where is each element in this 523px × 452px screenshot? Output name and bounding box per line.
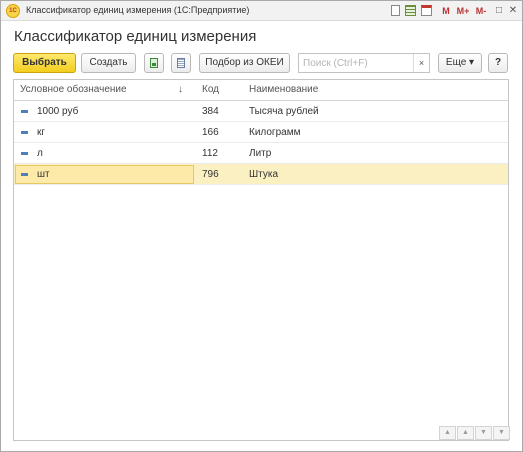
page-title: Классификатор единиц измерения xyxy=(14,28,257,45)
column-header-code[interactable]: Код xyxy=(202,80,219,100)
catalog-item-icon xyxy=(21,131,28,134)
search-box: × xyxy=(298,53,430,73)
cell-code: 112 xyxy=(202,148,218,159)
memory-button[interactable]: M xyxy=(441,4,451,18)
cell-name: Тысяча рублей xyxy=(249,106,319,117)
scroll-first-button[interactable]: ▲ xyxy=(439,426,456,440)
app-logo-icon: 1С xyxy=(6,4,20,18)
search-input[interactable] xyxy=(299,54,412,72)
scroll-down-button[interactable]: ▼ xyxy=(475,426,492,440)
memory-minus-button[interactable]: M- xyxy=(473,4,489,18)
app-window: 1С Классификатор единиц измерения (1С:Пр… xyxy=(0,0,523,452)
close-button[interactable]: ✕ xyxy=(507,4,519,18)
catalog-item-icon xyxy=(21,152,28,155)
document-icon[interactable] xyxy=(389,4,400,18)
catalog-item-icon xyxy=(21,173,28,176)
scroll-up-button[interactable]: ▲ xyxy=(457,426,474,440)
column-header-name[interactable]: Наименование xyxy=(249,80,318,100)
select-button[interactable]: Выбрать xyxy=(13,53,76,73)
create-button[interactable]: Создать xyxy=(81,53,136,73)
catalog-item-icon xyxy=(21,110,28,113)
cell-code: 796 xyxy=(202,169,219,180)
report-icon-button[interactable] xyxy=(171,53,191,73)
cell-code: 384 xyxy=(202,106,219,117)
column-header-symbol[interactable]: Условное обозначение xyxy=(20,80,127,100)
table-row[interactable]: л 112 Литр xyxy=(14,143,508,164)
window-title: Классификатор единиц измерения (1С:Предп… xyxy=(26,5,250,15)
save-icon xyxy=(150,58,158,68)
calendar-icon[interactable] xyxy=(421,4,432,18)
okei-select-button[interactable]: Подбор из ОКЕИ xyxy=(199,53,290,73)
memory-plus-button[interactable]: M+ xyxy=(455,4,471,18)
cell-code: 166 xyxy=(202,127,219,138)
table-header: Условное обозначение ↓ Код Наименование xyxy=(14,80,508,101)
table-row[interactable]: кг 166 Килограмм xyxy=(14,122,508,143)
cell-name: Килограмм xyxy=(249,127,301,138)
report-icon xyxy=(177,58,185,68)
cell-name: Литр xyxy=(249,148,272,159)
search-clear-button[interactable]: × xyxy=(413,54,429,72)
cell-name: Штука xyxy=(249,169,279,180)
scroll-last-button[interactable]: ▼ xyxy=(493,426,510,440)
cell-symbol: 1000 руб xyxy=(37,106,79,117)
cell-symbol: л xyxy=(37,148,43,159)
more-button[interactable]: Еще ▾ xyxy=(438,53,482,73)
cell-symbol: кг xyxy=(37,127,46,138)
save-icon-button[interactable] xyxy=(144,53,164,73)
title-bar: 1С Классификатор единиц измерения (1С:Пр… xyxy=(1,1,522,21)
help-button[interactable]: ? xyxy=(488,53,508,73)
restore-button[interactable]: □ xyxy=(493,4,505,18)
table-row-selected[interactable]: шт 796 Штука xyxy=(14,164,508,185)
table-row[interactable]: 1000 руб 384 Тысяча рублей xyxy=(14,101,508,122)
sort-descending-icon[interactable]: ↓ xyxy=(178,80,183,100)
units-table: Условное обозначение ↓ Код Наименование … xyxy=(13,79,510,441)
spreadsheet-icon[interactable] xyxy=(405,4,416,18)
cell-symbol: шт xyxy=(37,169,50,180)
